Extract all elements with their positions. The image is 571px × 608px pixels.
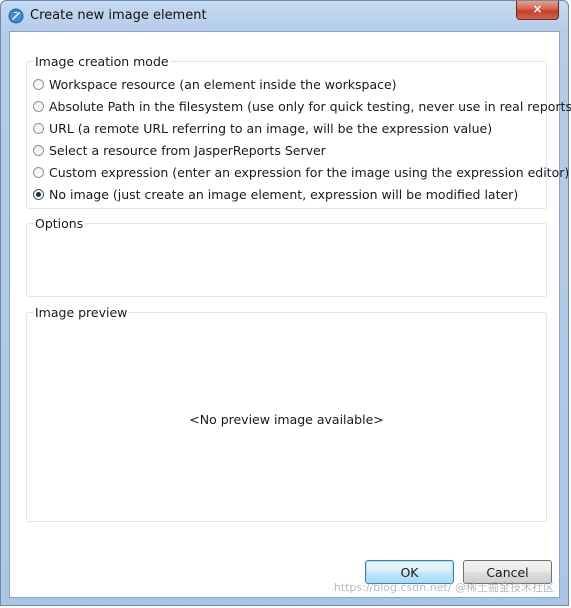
- radio-workspace-resource[interactable]: Workspace resource (an element inside th…: [33, 75, 397, 93]
- cancel-button-label: Cancel: [486, 564, 529, 580]
- radio-button[interactable]: [33, 100, 44, 112]
- no-preview-placeholder: <No preview image available>: [189, 412, 384, 427]
- radio-button[interactable]: [33, 144, 44, 156]
- radio-button[interactable]: [33, 78, 44, 90]
- radio-label: Custom expression (enter an expression f…: [49, 164, 570, 180]
- image-creation-mode-group: Image creation mode Workspace resource (…: [26, 54, 571, 209]
- watermark: https://blog.csdn.net/ @稀土掘金技术社区: [333, 581, 554, 594]
- dialog-content: Image creation mode Workspace resource (…: [9, 31, 571, 598]
- radio-no-image[interactable]: No image (just create an image element, …: [33, 185, 518, 203]
- image-preview-group: Image preview <No preview image availabl…: [26, 305, 547, 522]
- options-group: Options: [26, 216, 547, 297]
- radio-label: No image (just create an image element, …: [49, 186, 519, 202]
- radio-button-selected[interactable]: [33, 188, 44, 200]
- radio-label: Select a resource from JasperReports Ser…: [49, 142, 326, 158]
- radio-absolute-path[interactable]: Absolute Path in the filesystem (use onl…: [33, 97, 571, 115]
- close-icon: ×: [532, 2, 543, 16]
- radio-jasperreports-server[interactable]: Select a resource from JasperReports Ser…: [33, 141, 326, 159]
- window-title: Create new image element: [30, 8, 207, 23]
- dialog-window: Create new image element × Image creatio…: [0, 0, 571, 606]
- title-bar[interactable]: Create new image element ×: [1, 1, 568, 31]
- close-button[interactable]: ×: [516, 1, 559, 20]
- radio-button[interactable]: [33, 166, 44, 178]
- radio-label: Workspace resource (an element inside th…: [49, 76, 397, 92]
- app-icon: [8, 8, 24, 24]
- radio-label: Absolute Path in the filesystem (use onl…: [49, 98, 571, 114]
- radio-custom-expression[interactable]: Custom expression (enter an expression f…: [33, 163, 569, 181]
- group-label: Image creation mode: [34, 54, 170, 69]
- radio-url[interactable]: URL (a remote URL referring to an image,…: [33, 119, 492, 137]
- group-label: Options: [34, 216, 85, 231]
- radio-button[interactable]: [33, 122, 44, 134]
- radio-label: URL (a remote URL referring to an image,…: [49, 120, 493, 136]
- ok-button-label: OK: [400, 564, 419, 580]
- group-label: Image preview: [34, 305, 129, 320]
